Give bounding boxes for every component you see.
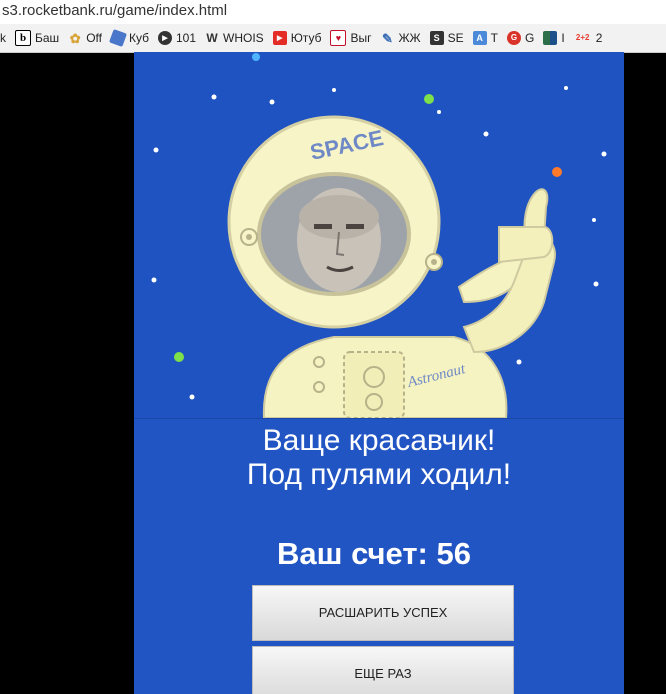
bookmark-off[interactable]: ✿ Off [68, 31, 102, 45]
b-icon: b [15, 30, 31, 46]
result-line-1: Ваще красавчик! [262, 424, 496, 457]
bookmark-label: Куб [128, 31, 149, 45]
bookmark-g[interactable]: GG [507, 31, 534, 45]
whois-icon: W [206, 31, 218, 45]
bookmark-i[interactable]: I [543, 31, 565, 45]
bookmark-label: k [0, 31, 6, 45]
star-icon: ✿ [69, 30, 81, 46]
green-planet [424, 94, 434, 104]
2plus2-icon: 2+2 [575, 33, 590, 42]
bookmark-label: I [561, 31, 565, 45]
bookmark-label: 2 [595, 31, 603, 45]
bookmark-label: Баш [35, 31, 60, 45]
orange-planet [552, 167, 562, 177]
youtube-icon: ▶ [272, 31, 287, 45]
bookmark-translate[interactable]: AT [472, 31, 498, 45]
flag-icon: ♥ [330, 30, 347, 46]
bookmark-label: WHOIS [223, 31, 264, 45]
bookmark-zhzh[interactable]: ✎ ЖЖ [380, 30, 421, 46]
g-icon: G [507, 31, 521, 45]
url-text[interactable]: s3.rocketbank.ru/game/index.html [2, 2, 227, 19]
bookmark-label: 101 [175, 31, 197, 45]
bookmark-youtube[interactable]: ▶ Ютуб [272, 31, 322, 45]
bookmark-k[interactable]: k [0, 31, 6, 45]
bookmark-101[interactable]: ▶ 101 [157, 31, 197, 45]
bookmark-label: G [525, 31, 535, 45]
i-icon [543, 31, 558, 45]
play-again-button[interactable]: ЕЩЕ РАЗ [252, 646, 514, 694]
astronaut-scene: SPACE Astronaut [151, 53, 607, 418]
result-line-2: Под пулями ходил! [246, 458, 512, 491]
bookmark-se[interactable]: S SE [429, 31, 464, 45]
bookmark-label: Выг [350, 31, 372, 45]
address-bar[interactable]: s3.rocketbank.ru/game/index.html [0, 0, 666, 24]
bookmark-kub[interactable]: Куб [109, 29, 149, 47]
bookmark-2plus2[interactable]: 2+2 2 [574, 31, 603, 45]
score-text: Ваш счет: 56 [277, 536, 471, 571]
astronaut-illustration: SPACE Astronaut [134, 52, 624, 419]
bookmark-vyg[interactable]: ♥ Выг [330, 30, 371, 46]
bookmark-label: Off [86, 31, 102, 45]
cube-icon [109, 29, 127, 47]
bookmark-label: ЖЖ [398, 31, 421, 45]
blue-planet [252, 53, 260, 61]
result-message: Ваще красавчик! Под пулями ходил! [134, 424, 624, 492]
game-container: SPACE Astronaut Ваще красавчик! Под пуля… [134, 52, 624, 694]
green-planet-small [174, 352, 184, 362]
bookmark-whois[interactable]: W WHOIS [205, 31, 264, 45]
bookmark-label: SE [447, 31, 464, 45]
pencil-icon: ✎ [382, 30, 393, 46]
bookmarks-bar: k b Баш ✿ Off Куб ▶ 101 W WHOIS ▶ Ютуб ♥ Выг ✎… [0, 24, 666, 53]
astronaut [227, 115, 556, 418]
se-icon: S [429, 31, 444, 45]
bookmark-label: Ютуб [290, 31, 322, 45]
bookmark-label: T [490, 31, 498, 45]
translate-icon: A [472, 31, 487, 45]
bookmark-bash[interactable]: b Баш [15, 30, 59, 46]
share-button[interactable]: РАСШАРИТЬ УСПЕХ [252, 585, 514, 641]
play-icon: ▶ [157, 31, 172, 45]
